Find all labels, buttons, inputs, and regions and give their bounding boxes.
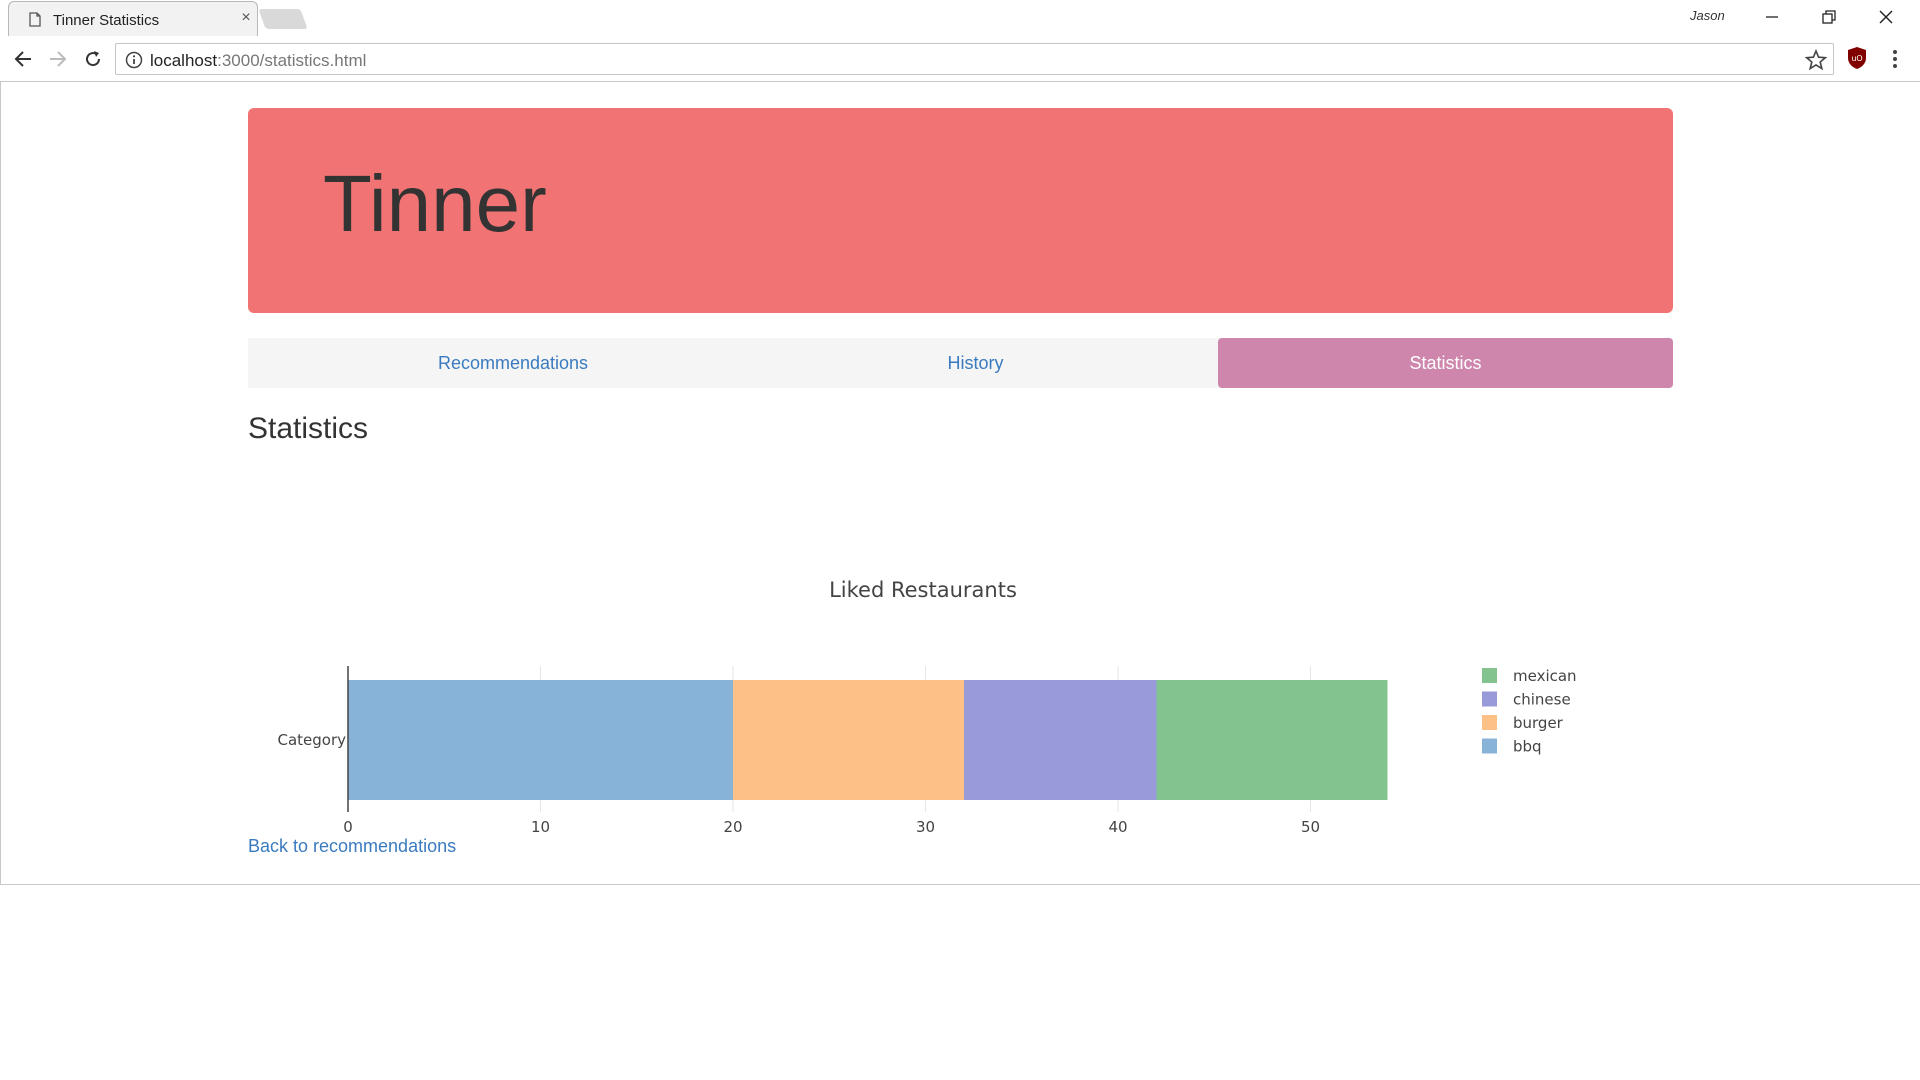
legend-swatch-chinese (1482, 691, 1497, 707)
browser-tab-strip: Tinner Statistics × Jason (0, 0, 1920, 36)
profile-name[interactable]: Jason (1690, 8, 1725, 23)
chart-title: Liked Restaurants (829, 578, 1017, 602)
legend-label-mexican: mexican (1513, 667, 1577, 685)
brand-title: Tinner (323, 159, 547, 248)
bar-mexican (1156, 680, 1388, 800)
liked-restaurants-chart: Liked Restaurants Category 0 10 20 30 40 50 mexi… (248, 552, 1673, 872)
tab-history[interactable]: History (733, 338, 1218, 388)
forward-arrow-icon[interactable] (44, 45, 72, 73)
browser-menu-icon[interactable] (1883, 46, 1907, 72)
reload-icon[interactable] (79, 45, 107, 73)
browser-tab[interactable]: Tinner Statistics × (8, 1, 258, 36)
minimize-icon[interactable] (1744, 2, 1800, 32)
browser-toolbar: localhost:3000/statistics.html uO (0, 36, 1920, 82)
nav-tabs: Recommendations History Statistics (248, 338, 1673, 388)
x-tick-label: 10 (531, 818, 550, 836)
url-path: :3000/statistics.html (217, 51, 367, 70)
address-bar[interactable]: localhost:3000/statistics.html (115, 43, 1834, 75)
chart-svg: Liked Restaurants Category 0 10 20 30 40 50 mexi… (277, 578, 1577, 836)
header-banner: Tinner (248, 108, 1673, 313)
svg-text:uO: uO (1851, 54, 1862, 63)
legend-label-burger: burger (1513, 714, 1564, 732)
tab-statistics[interactable]: Statistics (1218, 338, 1673, 388)
bookmark-star-icon[interactable] (1805, 49, 1827, 71)
x-tick-label: 20 (723, 818, 742, 836)
x-tick-label: 40 (1108, 818, 1127, 836)
bar-burger (733, 680, 964, 800)
back-to-recommendations-link[interactable]: Back to recommendations (248, 836, 456, 857)
url-host: localhost (150, 51, 218, 70)
x-tick-label: 50 (1301, 818, 1320, 836)
new-tab-button[interactable] (258, 9, 308, 29)
tab-recommendations[interactable]: Recommendations (248, 338, 778, 388)
info-icon[interactable] (125, 51, 143, 69)
url-text[interactable]: localhost:3000/statistics.html (150, 51, 366, 71)
restore-icon[interactable] (1801, 2, 1857, 32)
back-arrow-icon[interactable] (9, 45, 37, 73)
legend-label-bbq: bbq (1513, 738, 1542, 756)
y-tick-label: Category (277, 731, 346, 749)
page-title: Statistics (248, 412, 369, 445)
legend-swatch-burger (1482, 715, 1497, 730)
legend-swatch-mexican (1482, 668, 1497, 683)
page-viewport: Tinner Recommendations History Statistic… (0, 82, 1920, 885)
bar-chinese (964, 680, 1157, 800)
legend-swatch-bbq (1482, 738, 1497, 754)
tab-title: Tinner Statistics (53, 12, 160, 29)
document-icon (29, 12, 41, 27)
legend-label-chinese: chinese (1513, 691, 1571, 709)
tab-close-icon[interactable]: × (237, 9, 255, 27)
ublock-shield-icon[interactable]: uO (1846, 46, 1868, 70)
x-tick-label: 0 (343, 818, 353, 836)
close-window-icon[interactable] (1858, 2, 1914, 32)
bar-bbq (348, 680, 733, 800)
x-tick-label: 30 (916, 818, 935, 836)
